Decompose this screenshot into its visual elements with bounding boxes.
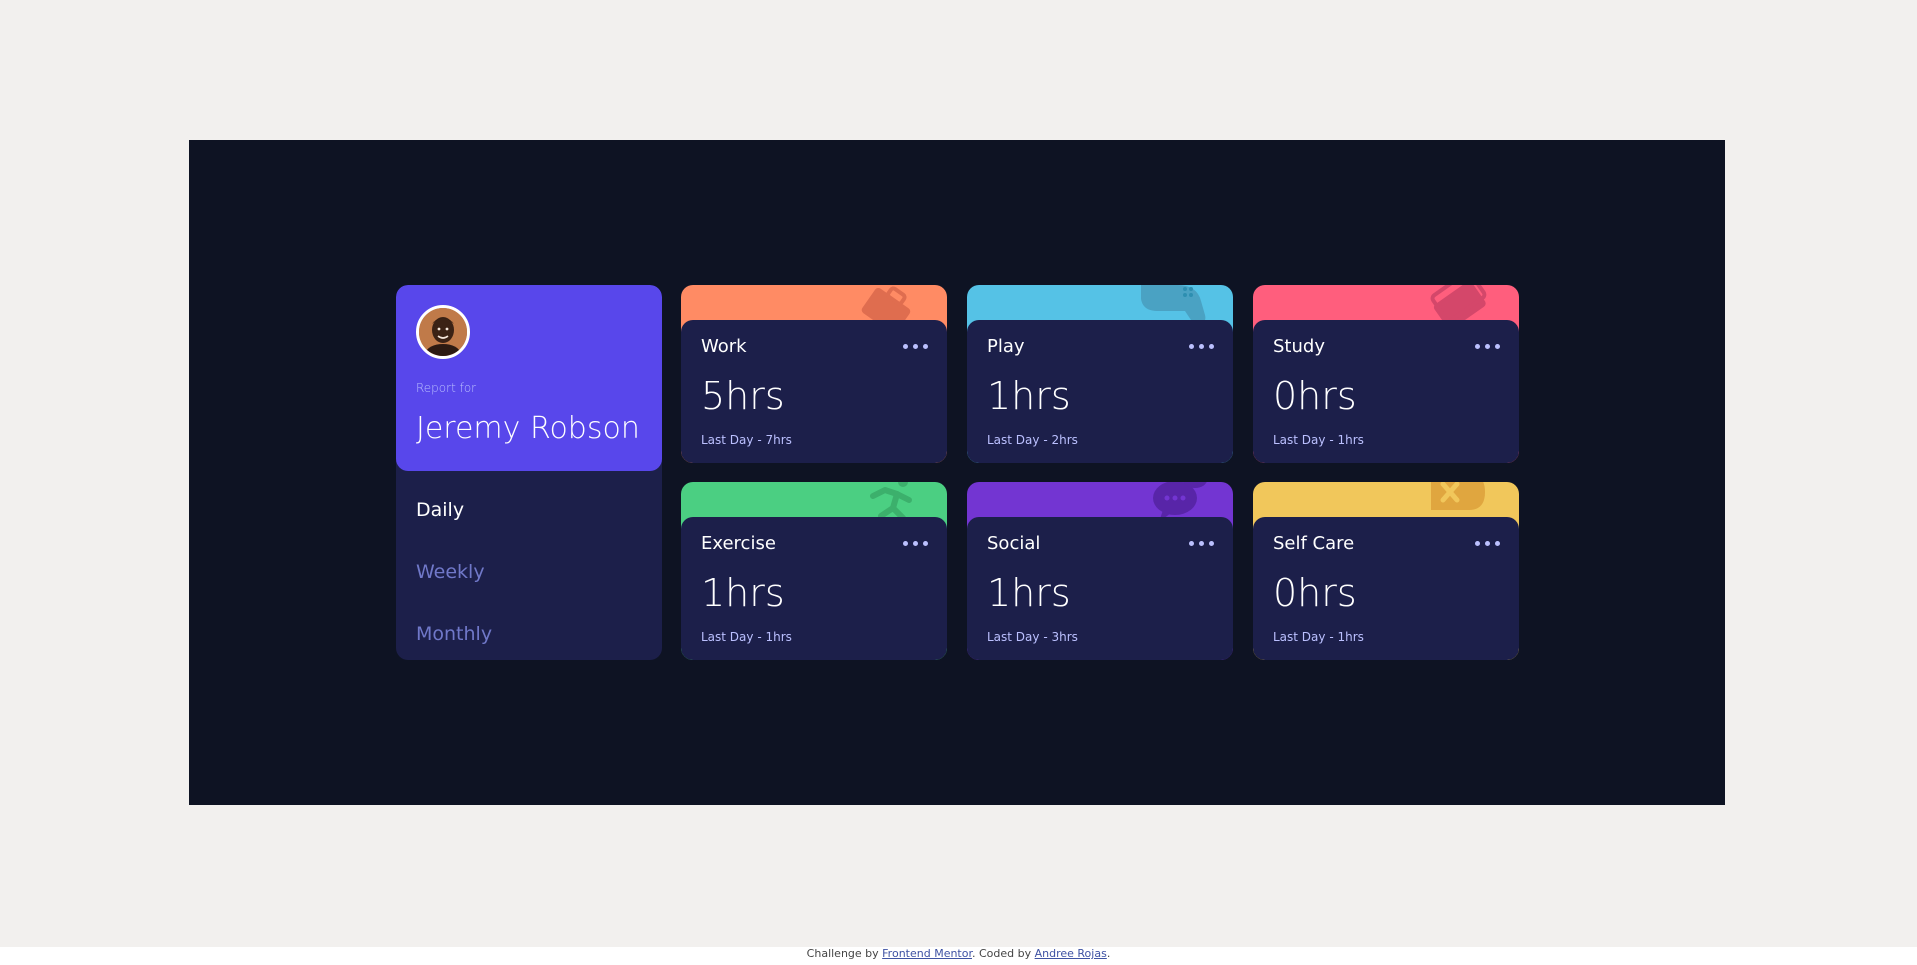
current-hours: 1hrs <box>987 374 1071 418</box>
card-study[interactable]: Study 0hrs Last Day - 1hrs <box>1253 285 1519 463</box>
profile-card: Report for Jeremy Robson Daily Weekly Mo… <box>396 285 662 660</box>
card-social[interactable]: Social 1hrs Last Day - 3hrs <box>967 482 1233 660</box>
report-for-label: Report for <box>416 381 477 395</box>
profile-header: Report for Jeremy Robson <box>396 285 662 471</box>
card-title: Social <box>987 533 1041 554</box>
card-body: Study 0hrs Last Day - 1hrs <box>1253 320 1519 463</box>
attribution-footer: Challenge by Frontend Mentor. Coded by A… <box>0 947 1917 965</box>
card-title: Study <box>1273 336 1325 357</box>
card-play[interactable]: Play 1hrs Last Day - 2hrs <box>967 285 1233 463</box>
card-title: Self Care <box>1273 533 1355 554</box>
attribution-prefix: Challenge by <box>806 947 883 960</box>
previous-hours: Last Day - 2hrs <box>987 433 1078 447</box>
ellipsis-icon[interactable] <box>1475 537 1501 551</box>
previous-hours: Last Day - 7hrs <box>701 433 792 447</box>
period-daily[interactable]: Daily <box>416 485 492 547</box>
user-name: Jeremy Robson <box>416 411 640 446</box>
author-link[interactable]: Andree Rojas <box>1035 947 1107 960</box>
card-title: Play <box>987 336 1025 357</box>
card-body: Social 1hrs Last Day - 3hrs <box>967 517 1233 660</box>
attribution-suffix: . <box>1106 947 1111 960</box>
current-hours: 0hrs <box>1273 571 1357 615</box>
card-body: Play 1hrs Last Day - 2hrs <box>967 320 1233 463</box>
time-tracking-dashboard: Report for Jeremy Robson Daily Weekly Mo… <box>396 285 1519 660</box>
previous-hours: Last Day - 3hrs <box>987 630 1078 644</box>
previous-hours: Last Day - 1hrs <box>1273 630 1364 644</box>
card-exercise[interactable]: Exercise 1hrs Last Day - 1hrs <box>681 482 947 660</box>
current-hours: 5hrs <box>701 374 785 418</box>
ellipsis-icon[interactable] <box>903 340 929 354</box>
frontend-mentor-link[interactable]: Frontend Mentor <box>882 947 972 960</box>
period-selector: Daily Weekly Monthly <box>416 485 492 660</box>
attribution-middle: . Coded by <box>971 947 1035 960</box>
ellipsis-icon[interactable] <box>1475 340 1501 354</box>
card-title: Exercise <box>701 533 776 554</box>
dashboard-frame: Report for Jeremy Robson Daily Weekly Mo… <box>189 140 1725 805</box>
ellipsis-icon[interactable] <box>903 537 929 551</box>
period-weekly[interactable]: Weekly <box>416 547 492 609</box>
previous-hours: Last Day - 1hrs <box>1273 433 1364 447</box>
card-work[interactable]: Work 5hrs Last Day - 7hrs <box>681 285 947 463</box>
current-hours: 1hrs <box>987 571 1071 615</box>
current-hours: 0hrs <box>1273 374 1357 418</box>
card-body: Self Care 0hrs Last Day - 1hrs <box>1253 517 1519 660</box>
card-self-care[interactable]: Self Care 0hrs Last Day - 1hrs <box>1253 482 1519 660</box>
ellipsis-icon[interactable] <box>1189 340 1215 354</box>
card-body: Work 5hrs Last Day - 7hrs <box>681 320 947 463</box>
previous-hours: Last Day - 1hrs <box>701 630 792 644</box>
avatar <box>416 305 470 359</box>
period-monthly[interactable]: Monthly <box>416 609 492 660</box>
ellipsis-icon[interactable] <box>1189 537 1215 551</box>
current-hours: 1hrs <box>701 571 785 615</box>
card-title: Work <box>701 336 747 357</box>
card-body: Exercise 1hrs Last Day - 1hrs <box>681 517 947 660</box>
